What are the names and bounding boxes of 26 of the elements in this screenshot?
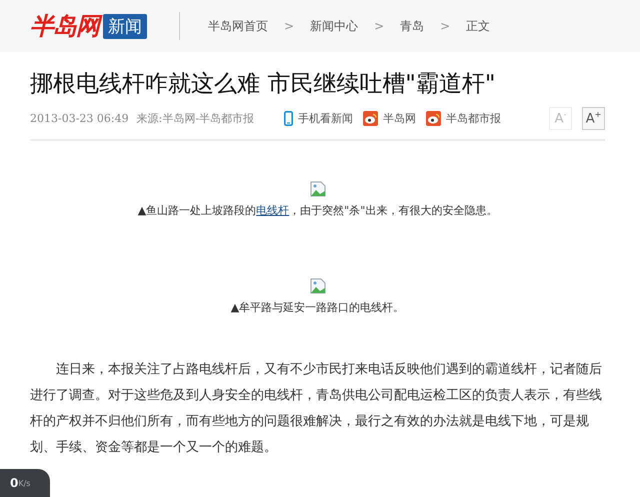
broken-image-icon [310, 181, 326, 197]
speed-value: 0 [10, 476, 18, 490]
article-paragraph: 连日来，本报关注了占路电线杆后，又有不少市民打来电话反映他们遇到的霸道线杆，记者随后进行了调查。对于这些危及到人身安全的电线杆，青岛供电公司配电运检工区的负责人表示，有些线杆的产权并不归他们所有，而有些地方的问题很难解决，最行之有效的办法就是电线下地，可是规划、手续、资金等都是一个又一个的难题。 [30, 361, 603, 457]
speed-unit: K/s [18, 478, 30, 488]
breadcrumb-link[interactable]: 正文 [466, 18, 490, 34]
breadcrumb-separator: > [284, 19, 294, 33]
publish-date: 2013-03-23 06:49 [30, 112, 129, 124]
caption-link[interactable]: 电线杆 [256, 204, 290, 217]
breadcrumb-separator: > [440, 19, 450, 33]
breadcrumb-link[interactable]: 新闻中心 [310, 18, 358, 34]
share-link[interactable]: 手机看新闻 [298, 110, 354, 126]
font-size-button[interactable]: A$^{+}$ [582, 106, 605, 130]
weibo-icon [426, 110, 442, 126]
weibo-icon [363, 110, 378, 126]
article-title: 挪根电线杆咋就这么难 市民继续吐槽"霸道杆" [30, 70, 496, 99]
breadcrumb-link[interactable]: 半岛网首页 [208, 18, 268, 34]
breadcrumb-separator: > [374, 19, 384, 33]
article-source: 来源:半岛网-半岛都市报 [136, 110, 254, 126]
share-link[interactable]: 半岛网 [383, 110, 416, 126]
image-caption: ▲鱼山路一处上坡路段的电线杆，由于突然"杀"出来，有很大的安全隐患。 [138, 203, 498, 218]
phone-icon [284, 110, 294, 126]
share-link[interactable]: 半岛都市报 [446, 110, 502, 126]
breadcrumb-link[interactable]: 青岛 [400, 18, 424, 34]
broken-image-icon [310, 278, 326, 294]
news-badge: 新闻 [103, 14, 147, 38]
image-caption: ▲牟平路与延安一路路口的电线杆。 [230, 300, 404, 315]
